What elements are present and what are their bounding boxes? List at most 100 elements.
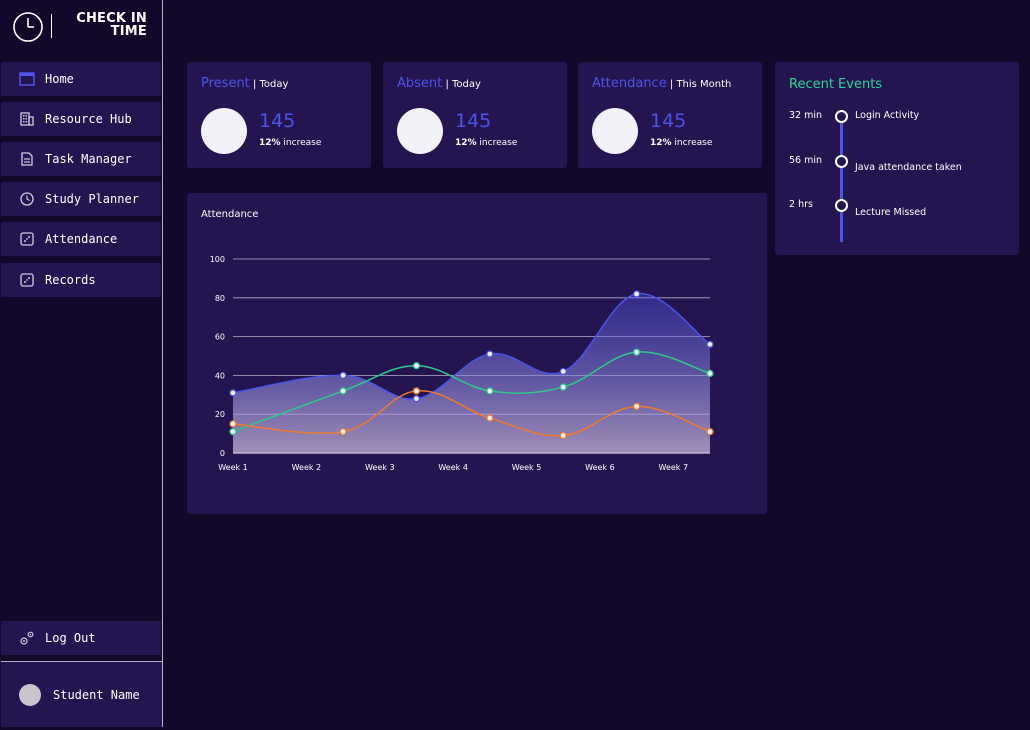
y-tick-label: 0	[220, 449, 225, 458]
stat-value: 145	[650, 110, 687, 132]
data-point	[412, 395, 421, 403]
sidebar-item-records[interactable]: Records	[1, 263, 161, 297]
x-tick-label: Week 2	[292, 463, 322, 472]
stat-card-attendance: Attendance | This Month 145 12% increase	[578, 62, 762, 168]
app-logo: CHECK IN TIME	[12, 10, 162, 44]
stat-card-absent: Absent | Today 145 12% increase	[383, 62, 567, 168]
event-time: 2 hrs	[789, 199, 813, 210]
stat-title: Absent | Today	[397, 76, 481, 91]
x-tick-label: Week 6	[585, 463, 615, 472]
event-time: 32 min	[789, 110, 823, 121]
attendance-chart: 0 20 40 60 80 100 Week 1 Week 2 Week 3 Week 4 Week…	[210, 255, 714, 472]
student-name: Student Name	[53, 687, 140, 702]
recent-events-panel: Recent Events 32 min Login Activity 56 m…	[775, 62, 1019, 255]
data-point	[706, 369, 714, 378]
user-profile[interactable]: Student Name	[1, 661, 162, 727]
events-title: Recent Events	[789, 77, 883, 92]
stat-value: 145	[259, 110, 296, 132]
data-point	[339, 387, 347, 395]
sidebar-item-home[interactable]: Home	[1, 62, 161, 96]
y-tick-label: 40	[215, 371, 225, 380]
clock-logo-icon	[13, 12, 43, 42]
dice-icon	[19, 272, 35, 288]
event-time: 56 min	[789, 155, 823, 166]
window-icon	[19, 71, 35, 87]
data-point	[706, 428, 714, 436]
series-area	[233, 293, 710, 453]
x-tick-label: Week 3	[365, 463, 395, 472]
data-point	[559, 383, 567, 391]
stat-circle	[592, 108, 638, 154]
timeline-dot	[835, 155, 848, 168]
stat-circle	[201, 108, 247, 154]
y-tick-label: 60	[215, 333, 225, 342]
stat-value: 145	[455, 110, 492, 132]
stat-change-percent: 12%	[650, 138, 672, 148]
x-tick-label: Week 5	[512, 463, 542, 472]
stat-period: Today	[259, 79, 289, 90]
data-point	[559, 367, 567, 376]
logo-text: CHECK IN TIME	[55, 12, 147, 38]
sidebar-item-resource-hub[interactable]: Resource Hub	[1, 102, 161, 136]
y-tick-label: 20	[215, 410, 225, 419]
logout-label: Log Out	[45, 631, 96, 645]
stat-change: 12% increase	[650, 138, 712, 148]
y-tick-label: 80	[215, 294, 225, 303]
data-point	[412, 387, 421, 395]
x-tick-label: Week 1	[218, 463, 248, 472]
sidebar-item-label: Task Manager	[45, 152, 132, 166]
sidebar-item-label: Records	[45, 273, 96, 287]
data-point	[412, 362, 421, 370]
data-point	[229, 428, 237, 436]
stat-label: Attendance	[592, 76, 667, 91]
stat-change-percent: 12%	[455, 138, 477, 148]
stat-title: Attendance | This Month	[592, 76, 732, 91]
document-icon	[19, 151, 35, 167]
event-text: Lecture Missed	[855, 207, 927, 218]
stat-period: This Month	[676, 79, 732, 90]
logo-divider	[51, 14, 52, 38]
timeline-line	[840, 116, 843, 242]
sidebar-item-label: Resource Hub	[45, 112, 132, 126]
stat-change: 12% increase	[455, 138, 517, 148]
x-tick-label: Week 7	[659, 463, 689, 472]
gears-icon	[19, 630, 35, 646]
stat-label: Present	[201, 76, 250, 91]
sidebar-item-label: Home	[45, 72, 74, 86]
timeline-dot	[835, 110, 848, 123]
y-tick-label: 100	[210, 255, 225, 264]
data-point	[339, 428, 347, 436]
data-point	[559, 431, 567, 440]
sidebar-item-task-manager[interactable]: Task Manager	[1, 142, 161, 176]
clock-icon	[19, 191, 35, 207]
data-point	[486, 414, 494, 422]
building-icon	[19, 111, 35, 127]
logout-button[interactable]: Log Out	[1, 621, 161, 655]
data-point	[706, 340, 714, 349]
stat-change-label: increase	[479, 138, 518, 148]
stat-change-percent: 12%	[259, 138, 281, 148]
sidebar-item-label: Study Planner	[45, 192, 139, 206]
data-point	[229, 389, 237, 397]
event-text: Java attendance taken	[855, 162, 962, 173]
stat-circle	[397, 108, 443, 154]
sidebar-item-label: Attendance	[45, 232, 118, 246]
data-point	[486, 350, 494, 358]
stat-label: Absent	[397, 76, 443, 91]
dice-icon	[19, 231, 35, 247]
stat-change: 12% increase	[259, 138, 321, 148]
data-point	[632, 348, 641, 356]
attendance-chart-card: Attendance 0 20 40 60 80 100 Week 1 Week 2 Week …	[187, 193, 767, 514]
sidebar-item-attendance[interactable]: Attendance	[1, 222, 161, 256]
avatar	[19, 683, 41, 706]
sidebar: CHECK IN TIME Home Resource Hub Task Man…	[0, 0, 163, 727]
logo-text-line2: TIME	[110, 24, 147, 39]
x-tick-label: Week 4	[438, 463, 468, 472]
sidebar-item-study-planner[interactable]: Study Planner	[1, 182, 161, 216]
data-point	[632, 402, 641, 411]
data-point	[632, 290, 641, 298]
stat-title: Present | Today	[201, 76, 289, 91]
data-point	[229, 420, 237, 428]
stat-card-present: Present | Today 145 12% increase	[187, 62, 371, 168]
event-text: Login Activity	[855, 110, 920, 121]
